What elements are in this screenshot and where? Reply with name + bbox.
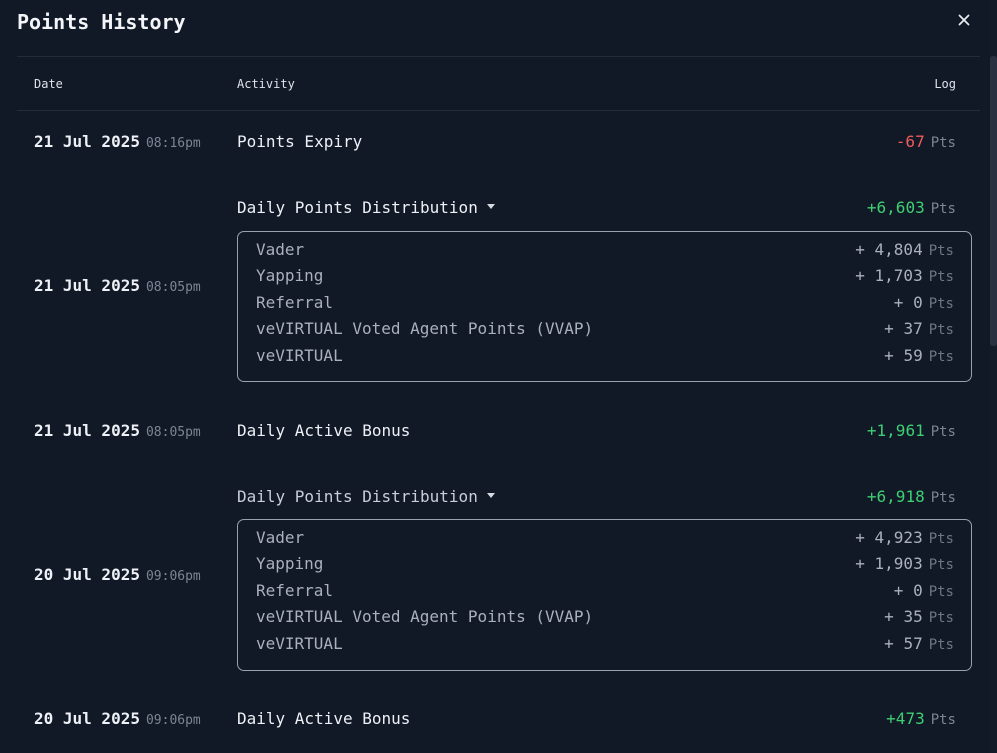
entry-time: 08:05pm	[145, 280, 201, 295]
entry-time: 08:16pm	[145, 136, 201, 151]
breakdown-label: veVIRTUAL	[256, 633, 343, 653]
column-header-activity: Activity	[237, 77, 295, 91]
breakdown-label: Referral	[256, 292, 334, 312]
breakdown-label: Yapping	[256, 554, 324, 574]
breakdown-item: Yapping + 1,903 Pts	[256, 554, 954, 580]
breakdown-label: Vader	[256, 528, 305, 547]
entry-amount-unit: Pts	[930, 712, 956, 728]
entry-amount: +1,961 Pts	[867, 421, 956, 440]
caret-down-icon	[486, 493, 495, 498]
entry-amount-unit: Pts	[930, 135, 956, 151]
entry-date: 21 Jul 2025 08:05pm	[34, 276, 201, 295]
entry-amount-value: +6,918	[866, 487, 925, 506]
column-header-log: Log	[934, 77, 956, 91]
breakdown-label: Vader	[256, 240, 305, 259]
breakdown-item: Vader + 4,923 Pts	[256, 528, 954, 554]
breakdown-amount: + 59 Pts	[884, 345, 954, 365]
points-breakdown: Vader + 4,923 Pts Yapping + 1,903 Pts Referr…	[237, 519, 972, 671]
entry-activity: Daily Points Distribution	[237, 487, 478, 506]
entry-amount-value: +473	[886, 709, 925, 728]
entry-date: 21 Jul 2025 08:05pm	[34, 421, 201, 440]
entry-activity: Daily Active Bonus	[237, 709, 411, 728]
breakdown-amount: + 1,703 Pts	[855, 266, 954, 286]
breakdown-item: veVIRTUAL Voted Agent Points (VVAP) + 37 P…	[256, 319, 954, 345]
entry-amount: +6,918 Pts	[867, 487, 956, 506]
caret-down-icon	[486, 204, 495, 209]
breakdown-item: veVIRTUAL + 57 Pts	[256, 634, 954, 660]
breakdown-label: veVIRTUAL Voted Agent Points (VVAP)	[256, 607, 594, 627]
entry-activity: Points Expiry	[237, 132, 363, 151]
breakdown-amount: + 1,903 Pts	[855, 554, 954, 574]
breakdown-amount: + 57 Pts	[884, 633, 954, 653]
entry-time: 09:06pm	[145, 713, 201, 728]
entry-activity: Daily Active Bonus	[237, 421, 411, 440]
breakdown-item: veVIRTUAL + 59 Pts	[256, 346, 954, 372]
entry-activity: Daily Points Distribution	[237, 198, 478, 217]
breakdown-amount: + 4,804 Pts	[855, 240, 954, 259]
breakdown-item: Referral + 0 Pts	[256, 581, 954, 607]
breakdown-item: Yapping + 1,703 Pts	[256, 266, 954, 292]
close-button[interactable]	[956, 12, 972, 28]
close-icon	[958, 14, 970, 26]
entry-amount: -67 Pts	[896, 132, 956, 151]
header-divider	[17, 56, 980, 57]
modal-header: Points History	[17, 8, 980, 38]
breakdown-item: Vader + 4,804 Pts	[256, 240, 954, 266]
breakdown-amount: + 0 Pts	[893, 292, 954, 312]
entry-time: 08:05pm	[145, 425, 201, 440]
entry-amount-unit: Pts	[930, 201, 956, 217]
column-header-date: Date	[34, 77, 63, 91]
table-header-divider	[17, 110, 980, 111]
breakdown-amount: + 35 Pts	[884, 607, 954, 627]
breakdown-label: veVIRTUAL	[256, 345, 343, 365]
entry-date: 21 Jul 2025 08:16pm	[34, 132, 201, 151]
scrollbar[interactable]	[990, 0, 997, 753]
entry-amount: +473 Pts	[886, 709, 956, 728]
entry-time: 09:06pm	[145, 569, 201, 584]
breakdown-amount: + 4,923 Pts	[855, 528, 954, 547]
breakdown-amount: + 37 Pts	[884, 319, 954, 339]
entry-amount-value: -67	[895, 132, 925, 151]
breakdown-label: veVIRTUAL Voted Agent Points (VVAP)	[256, 319, 594, 339]
entry-amount-unit: Pts	[930, 490, 956, 506]
modal-title: Points History	[17, 10, 186, 34]
entry-date: 20 Jul 2025 09:06pm	[34, 709, 201, 728]
breakdown-amount: + 0 Pts	[893, 580, 954, 600]
entry-amount-unit: Pts	[930, 424, 956, 440]
breakdown-label: Referral	[256, 580, 334, 600]
breakdown-item: veVIRTUAL Voted Agent Points (VVAP) + 35 P…	[256, 607, 954, 633]
entry-amount-value: +1,961	[866, 421, 925, 440]
breakdown-item: Referral + 0 Pts	[256, 293, 954, 319]
entry-amount-value: +6,603	[866, 198, 925, 217]
scrollbar-thumb[interactable]	[990, 56, 997, 346]
points-history-modal: Points History Date Activity Log 21 Jul …	[0, 0, 997, 753]
entry-amount: +6,603 Pts	[867, 198, 956, 217]
breakdown-label: Yapping	[256, 266, 324, 286]
distribution-toggle[interactable]: Daily Points Distribution	[237, 487, 495, 506]
entry-date: 20 Jul 2025 09:06pm	[34, 565, 201, 584]
points-breakdown: Vader + 4,804 Pts Yapping + 1,703 Pts Referr…	[237, 231, 972, 382]
distribution-toggle[interactable]: Daily Points Distribution	[237, 198, 495, 217]
